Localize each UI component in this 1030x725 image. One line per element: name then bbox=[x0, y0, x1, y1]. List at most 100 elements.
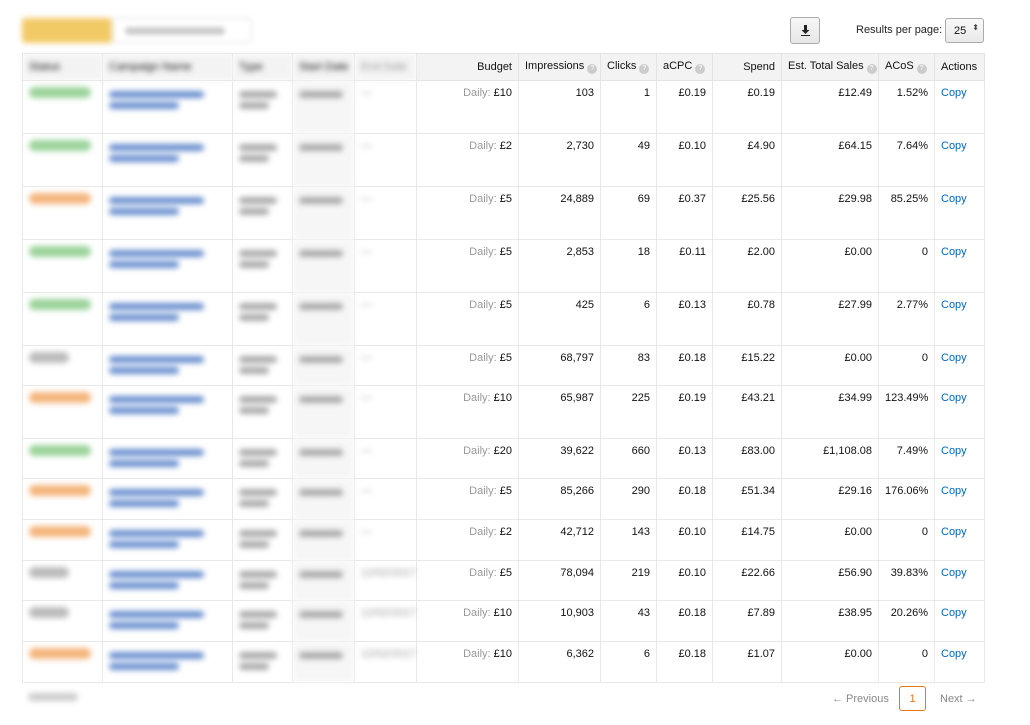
status-cell[interactable] bbox=[22, 133, 103, 187]
copy-link[interactable]: Copy bbox=[941, 526, 967, 538]
campaign-name-cell[interactable] bbox=[102, 560, 233, 601]
status-cell[interactable] bbox=[22, 80, 103, 134]
campaign-name-cell[interactable] bbox=[102, 186, 233, 240]
campaign-name-link[interactable] bbox=[109, 652, 204, 659]
budget-cell[interactable]: Daily: £10 bbox=[416, 385, 519, 439]
campaign-name-link[interactable] bbox=[109, 356, 204, 363]
info-icon[interactable]: ? bbox=[639, 64, 650, 74]
download-button[interactable] bbox=[790, 17, 820, 44]
col-start-date[interactable]: Start Date bbox=[292, 53, 355, 81]
status-badge[interactable] bbox=[29, 140, 91, 151]
campaign-name-cell[interactable] bbox=[102, 600, 233, 642]
campaign-name-cell[interactable] bbox=[102, 345, 233, 386]
col-budget[interactable]: Budget bbox=[416, 53, 519, 81]
info-icon[interactable]: ? bbox=[866, 64, 877, 74]
status-cell[interactable] bbox=[22, 292, 103, 346]
status-cell[interactable] bbox=[22, 641, 103, 683]
col-clicks[interactable]: Clicks? bbox=[600, 53, 657, 81]
status-badge[interactable] bbox=[29, 567, 69, 578]
campaign-name-cell[interactable] bbox=[102, 239, 233, 293]
next-page-link[interactable]: Next → bbox=[940, 686, 977, 711]
campaign-name-cell[interactable] bbox=[102, 519, 233, 561]
status-badge[interactable] bbox=[29, 352, 69, 363]
campaign-name-link[interactable] bbox=[109, 303, 204, 310]
campaign-name-link[interactable] bbox=[109, 611, 204, 618]
status-badge[interactable] bbox=[29, 87, 91, 98]
campaign-name-link[interactable] bbox=[109, 396, 204, 403]
budget-cell[interactable]: Daily: £5 bbox=[416, 478, 519, 520]
status-badge[interactable] bbox=[29, 526, 91, 537]
campaign-name-cell[interactable] bbox=[102, 438, 233, 479]
status-cell[interactable] bbox=[22, 438, 103, 479]
campaign-name-link[interactable] bbox=[109, 489, 204, 496]
status-badge[interactable] bbox=[29, 392, 91, 403]
budget-cell[interactable]: Daily: £5 bbox=[416, 560, 519, 601]
previous-page-link[interactable]: ← Previous bbox=[832, 686, 889, 711]
copy-link[interactable]: Copy bbox=[941, 140, 967, 152]
budget-cell[interactable]: Daily: £2 bbox=[416, 133, 519, 187]
campaign-name-link[interactable] bbox=[109, 197, 204, 204]
info-icon[interactable]: ? bbox=[587, 64, 598, 74]
results-per-page-select[interactable]: 25 ⬍ bbox=[945, 18, 984, 43]
copy-link[interactable]: Copy bbox=[941, 485, 967, 497]
status-cell[interactable] bbox=[22, 186, 103, 240]
budget-cell[interactable]: Daily: £5 bbox=[416, 345, 519, 386]
copy-link[interactable]: Copy bbox=[941, 567, 967, 579]
campaign-name-cell[interactable] bbox=[102, 133, 233, 187]
col-spend[interactable]: Spend bbox=[712, 53, 782, 81]
campaign-name-cell[interactable] bbox=[102, 641, 233, 683]
campaign-name-link[interactable] bbox=[109, 91, 204, 98]
status-badge[interactable] bbox=[29, 485, 91, 496]
col-acos[interactable]: ACoS? bbox=[878, 53, 935, 81]
campaign-name-cell[interactable] bbox=[102, 80, 233, 134]
budget-cell[interactable]: Daily: £2 bbox=[416, 519, 519, 561]
status-badge[interactable] bbox=[29, 299, 91, 310]
col-acpc[interactable]: aCPC? bbox=[656, 53, 713, 81]
copy-link[interactable]: Copy bbox=[941, 445, 967, 457]
campaign-name-link[interactable] bbox=[109, 250, 204, 257]
page-1-button[interactable]: 1 bbox=[899, 686, 926, 711]
campaign-name-link[interactable] bbox=[109, 530, 204, 537]
status-badge[interactable] bbox=[29, 246, 91, 257]
status-badge[interactable] bbox=[29, 445, 91, 456]
copy-link[interactable]: Copy bbox=[941, 299, 967, 311]
budget-cell[interactable]: Daily: £20 bbox=[416, 438, 519, 479]
status-cell[interactable] bbox=[22, 600, 103, 642]
budget-cell[interactable]: Daily: £5 bbox=[416, 239, 519, 293]
copy-link[interactable]: Copy bbox=[941, 392, 967, 404]
campaign-name-link[interactable] bbox=[109, 449, 204, 456]
budget-cell[interactable]: Daily: £10 bbox=[416, 641, 519, 683]
status-cell[interactable] bbox=[22, 560, 103, 601]
budget-cell[interactable]: Daily: £5 bbox=[416, 292, 519, 346]
budget-cell[interactable]: Daily: £10 bbox=[416, 80, 519, 134]
budget-cell[interactable]: Daily: £5 bbox=[416, 186, 519, 240]
status-badge[interactable] bbox=[29, 648, 91, 659]
col-type[interactable]: Type bbox=[232, 53, 293, 81]
status-cell[interactable] bbox=[22, 519, 103, 561]
budget-cell[interactable]: Daily: £10 bbox=[416, 600, 519, 642]
copy-link[interactable]: Copy bbox=[941, 246, 967, 258]
campaign-name-cell[interactable] bbox=[102, 385, 233, 439]
campaign-name-cell[interactable] bbox=[102, 478, 233, 520]
status-cell[interactable] bbox=[22, 478, 103, 520]
info-icon[interactable]: ? bbox=[916, 64, 927, 74]
status-cell[interactable] bbox=[22, 239, 103, 293]
col-campaign[interactable]: Campaign Name bbox=[102, 53, 233, 81]
col-est-total-sales[interactable]: Est. Total Sales? bbox=[781, 53, 879, 81]
copy-link[interactable]: Copy bbox=[941, 648, 967, 660]
copy-link[interactable]: Copy bbox=[941, 607, 967, 619]
copy-link[interactable]: Copy bbox=[941, 352, 967, 364]
campaign-name-cell[interactable] bbox=[102, 292, 233, 346]
col-status[interactable]: Status bbox=[22, 53, 103, 81]
info-icon[interactable]: ? bbox=[695, 64, 706, 74]
status-badge[interactable] bbox=[29, 193, 91, 204]
col-impressions[interactable]: Impressions? bbox=[518, 53, 601, 81]
status-cell[interactable] bbox=[22, 385, 103, 439]
create-campaign-button[interactable] bbox=[22, 18, 112, 43]
campaign-search-input[interactable] bbox=[112, 18, 252, 43]
col-end-date[interactable]: End Date bbox=[354, 53, 417, 81]
status-badge[interactable] bbox=[29, 607, 69, 618]
copy-link[interactable]: Copy bbox=[941, 87, 967, 99]
copy-link[interactable]: Copy bbox=[941, 193, 967, 205]
campaign-name-link[interactable] bbox=[109, 144, 204, 151]
